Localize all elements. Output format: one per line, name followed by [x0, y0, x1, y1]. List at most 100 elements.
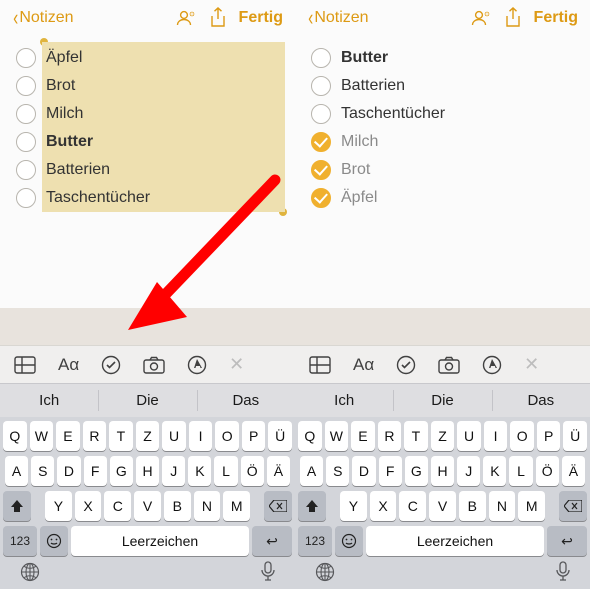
prediction-1[interactable]: Ich — [0, 384, 98, 417]
emoji-key[interactable] — [335, 526, 363, 556]
key-d[interactable]: D — [352, 456, 375, 486]
checkbox-checked-icon[interactable] — [311, 188, 331, 208]
key-l[interactable]: L — [214, 456, 237, 486]
key-d[interactable]: D — [57, 456, 80, 486]
key-k[interactable]: K — [483, 456, 506, 486]
key-y[interactable]: Y — [340, 491, 367, 521]
checklist-button[interactable] — [101, 355, 121, 375]
key-l[interactable]: L — [509, 456, 532, 486]
close-keyboard-button[interactable]: ✕ — [229, 354, 244, 375]
prediction-1[interactable]: Ich — [295, 384, 393, 417]
key-b[interactable]: B — [164, 491, 191, 521]
checkbox-empty-icon[interactable] — [16, 132, 36, 152]
note-body[interactable]: ButterBatterienTaschentücherMilchBrotÄpf… — [295, 36, 590, 308]
backspace-key[interactable] — [264, 491, 292, 521]
key-g[interactable]: G — [110, 456, 133, 486]
key-a[interactable]: A — [300, 456, 323, 486]
key-u[interactable]: U — [162, 421, 186, 451]
key-j[interactable]: J — [162, 456, 185, 486]
key-e[interactable]: E — [351, 421, 375, 451]
globe-key[interactable] — [19, 561, 41, 583]
key-r[interactable]: R — [378, 421, 402, 451]
checklist-item[interactable]: Äpfel — [309, 184, 576, 212]
prediction-3[interactable]: Das — [197, 384, 295, 417]
checklist-item[interactable]: Brot — [309, 156, 576, 184]
markup-button[interactable] — [187, 355, 207, 375]
key-x[interactable]: X — [370, 491, 397, 521]
key-z[interactable]: Z — [431, 421, 455, 451]
checkbox-empty-icon[interactable] — [311, 76, 331, 96]
prediction-2[interactable]: Die — [98, 384, 196, 417]
shift-key[interactable] — [3, 491, 31, 521]
key-y[interactable]: Y — [45, 491, 72, 521]
key-k[interactable]: K — [188, 456, 211, 486]
key-f[interactable]: F — [84, 456, 107, 486]
key-ä[interactable]: Ä — [562, 456, 585, 486]
key-j[interactable]: J — [457, 456, 480, 486]
key-c[interactable]: C — [104, 491, 131, 521]
key-w[interactable]: W — [325, 421, 349, 451]
globe-key[interactable] — [314, 561, 336, 583]
emoji-key[interactable] — [40, 526, 68, 556]
key-a[interactable]: A — [5, 456, 28, 486]
key-i[interactable]: I — [484, 421, 508, 451]
key-ö[interactable]: Ö — [241, 456, 264, 486]
key-z[interactable]: Z — [136, 421, 160, 451]
key-h[interactable]: H — [431, 456, 454, 486]
text-format-button[interactable]: Aα — [353, 355, 374, 375]
text-format-button[interactable]: Aα — [58, 355, 79, 375]
space-key[interactable]: Leerzeichen — [366, 526, 544, 556]
key-n[interactable]: N — [194, 491, 221, 521]
key-p[interactable]: P — [537, 421, 561, 451]
return-key[interactable]: ↩ — [547, 526, 587, 556]
key-r[interactable]: R — [83, 421, 107, 451]
key-b[interactable]: B — [459, 491, 486, 521]
checkbox-empty-icon[interactable] — [311, 104, 331, 124]
backspace-key[interactable] — [559, 491, 587, 521]
checkbox-empty-icon[interactable] — [16, 104, 36, 124]
key-h[interactable]: H — [136, 456, 159, 486]
key-n[interactable]: N — [489, 491, 516, 521]
checkbox-empty-icon[interactable] — [311, 48, 331, 68]
checklist-item[interactable]: Milch — [309, 128, 576, 156]
markup-button[interactable] — [482, 355, 502, 375]
key-f[interactable]: F — [379, 456, 402, 486]
dictation-key[interactable] — [555, 561, 571, 583]
key-e[interactable]: E — [56, 421, 80, 451]
key-o[interactable]: O — [215, 421, 239, 451]
key-ü[interactable]: Ü — [268, 421, 292, 451]
checklist-item[interactable]: Taschentücher — [309, 100, 576, 128]
key-m[interactable]: M — [223, 491, 250, 521]
key-t[interactable]: T — [109, 421, 133, 451]
checkbox-checked-icon[interactable] — [311, 132, 331, 152]
share-button[interactable] — [498, 7, 528, 29]
return-key[interactable]: ↩ — [252, 526, 292, 556]
camera-button[interactable] — [143, 356, 165, 374]
table-button[interactable] — [14, 356, 36, 374]
key-t[interactable]: T — [404, 421, 428, 451]
prediction-2[interactable]: Die — [393, 384, 491, 417]
done-button[interactable]: Fertig — [233, 9, 289, 27]
back-button[interactable]: ‹ Notizen — [6, 7, 80, 29]
key-s[interactable]: S — [31, 456, 54, 486]
key-o[interactable]: O — [510, 421, 534, 451]
checklist-button[interactable] — [396, 355, 416, 375]
key-c[interactable]: C — [399, 491, 426, 521]
key-w[interactable]: W — [30, 421, 54, 451]
note-body[interactable]: ÄpfelBrotMilchButterBatterienTaschentüch… — [0, 36, 295, 308]
key-v[interactable]: V — [134, 491, 161, 521]
checkbox-empty-icon[interactable] — [16, 48, 36, 68]
checkbox-empty-icon[interactable] — [16, 188, 36, 208]
key-x[interactable]: X — [75, 491, 102, 521]
key-ö[interactable]: Ö — [536, 456, 559, 486]
key-ü[interactable]: Ü — [563, 421, 587, 451]
collaborate-button[interactable] — [169, 8, 203, 28]
key-m[interactable]: M — [518, 491, 545, 521]
checklist-item[interactable]: Butter — [309, 44, 576, 72]
checkbox-empty-icon[interactable] — [16, 160, 36, 180]
key-i[interactable]: I — [189, 421, 213, 451]
key-g[interactable]: G — [405, 456, 428, 486]
collaborate-button[interactable] — [464, 8, 498, 28]
key-v[interactable]: V — [429, 491, 456, 521]
checkbox-empty-icon[interactable] — [16, 76, 36, 96]
